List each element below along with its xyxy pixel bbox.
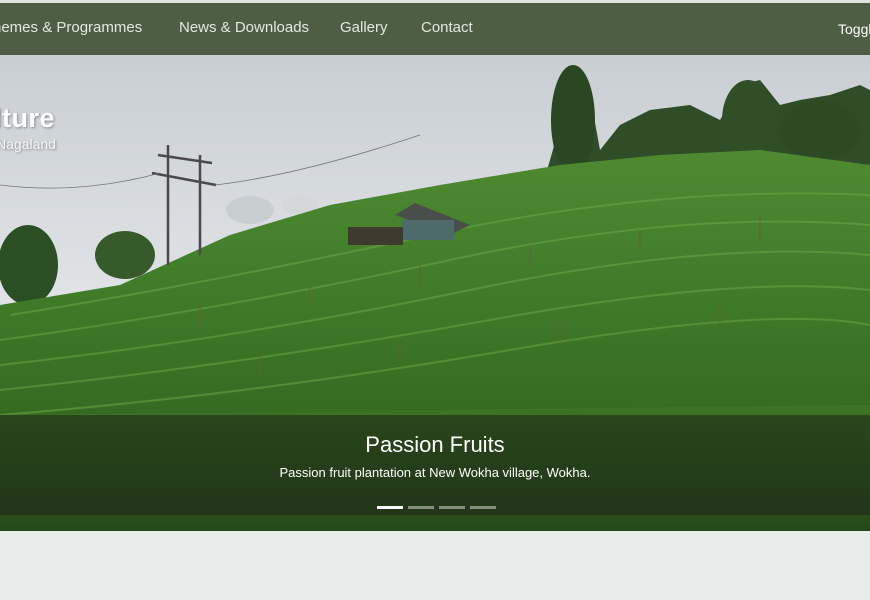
- page-content-area: [0, 531, 870, 600]
- carousel-indicator-1[interactable]: [377, 506, 403, 509]
- carousel-indicator-4[interactable]: [470, 506, 496, 509]
- nav-contact[interactable]: Contact: [421, 19, 473, 36]
- slide-caption: Passion fruit plantation at New Wokha vi…: [279, 465, 591, 480]
- slide-caption-panel: Passion Fruits Passion fruit plantation …: [0, 415, 870, 515]
- main-navbar: hemes & Programmes News & Downloads Gall…: [0, 3, 870, 55]
- nav-news-downloads[interactable]: News & Downloads: [179, 19, 309, 36]
- hero-carousel: lture Nagaland Passion Fruits Passion fr…: [0, 55, 870, 531]
- site-title: lture: [0, 103, 56, 133]
- slide-title: Passion Fruits: [365, 432, 505, 457]
- nav-toggle-button[interactable]: Toggle: [838, 21, 870, 37]
- carousel-indicator-2[interactable]: [408, 506, 434, 509]
- carousel-indicator-3[interactable]: [439, 506, 465, 509]
- nav-schemes-programmes[interactable]: hemes & Programmes: [0, 19, 142, 36]
- site-subtitle: Nagaland: [0, 136, 56, 152]
- nav-gallery[interactable]: Gallery: [340, 19, 388, 36]
